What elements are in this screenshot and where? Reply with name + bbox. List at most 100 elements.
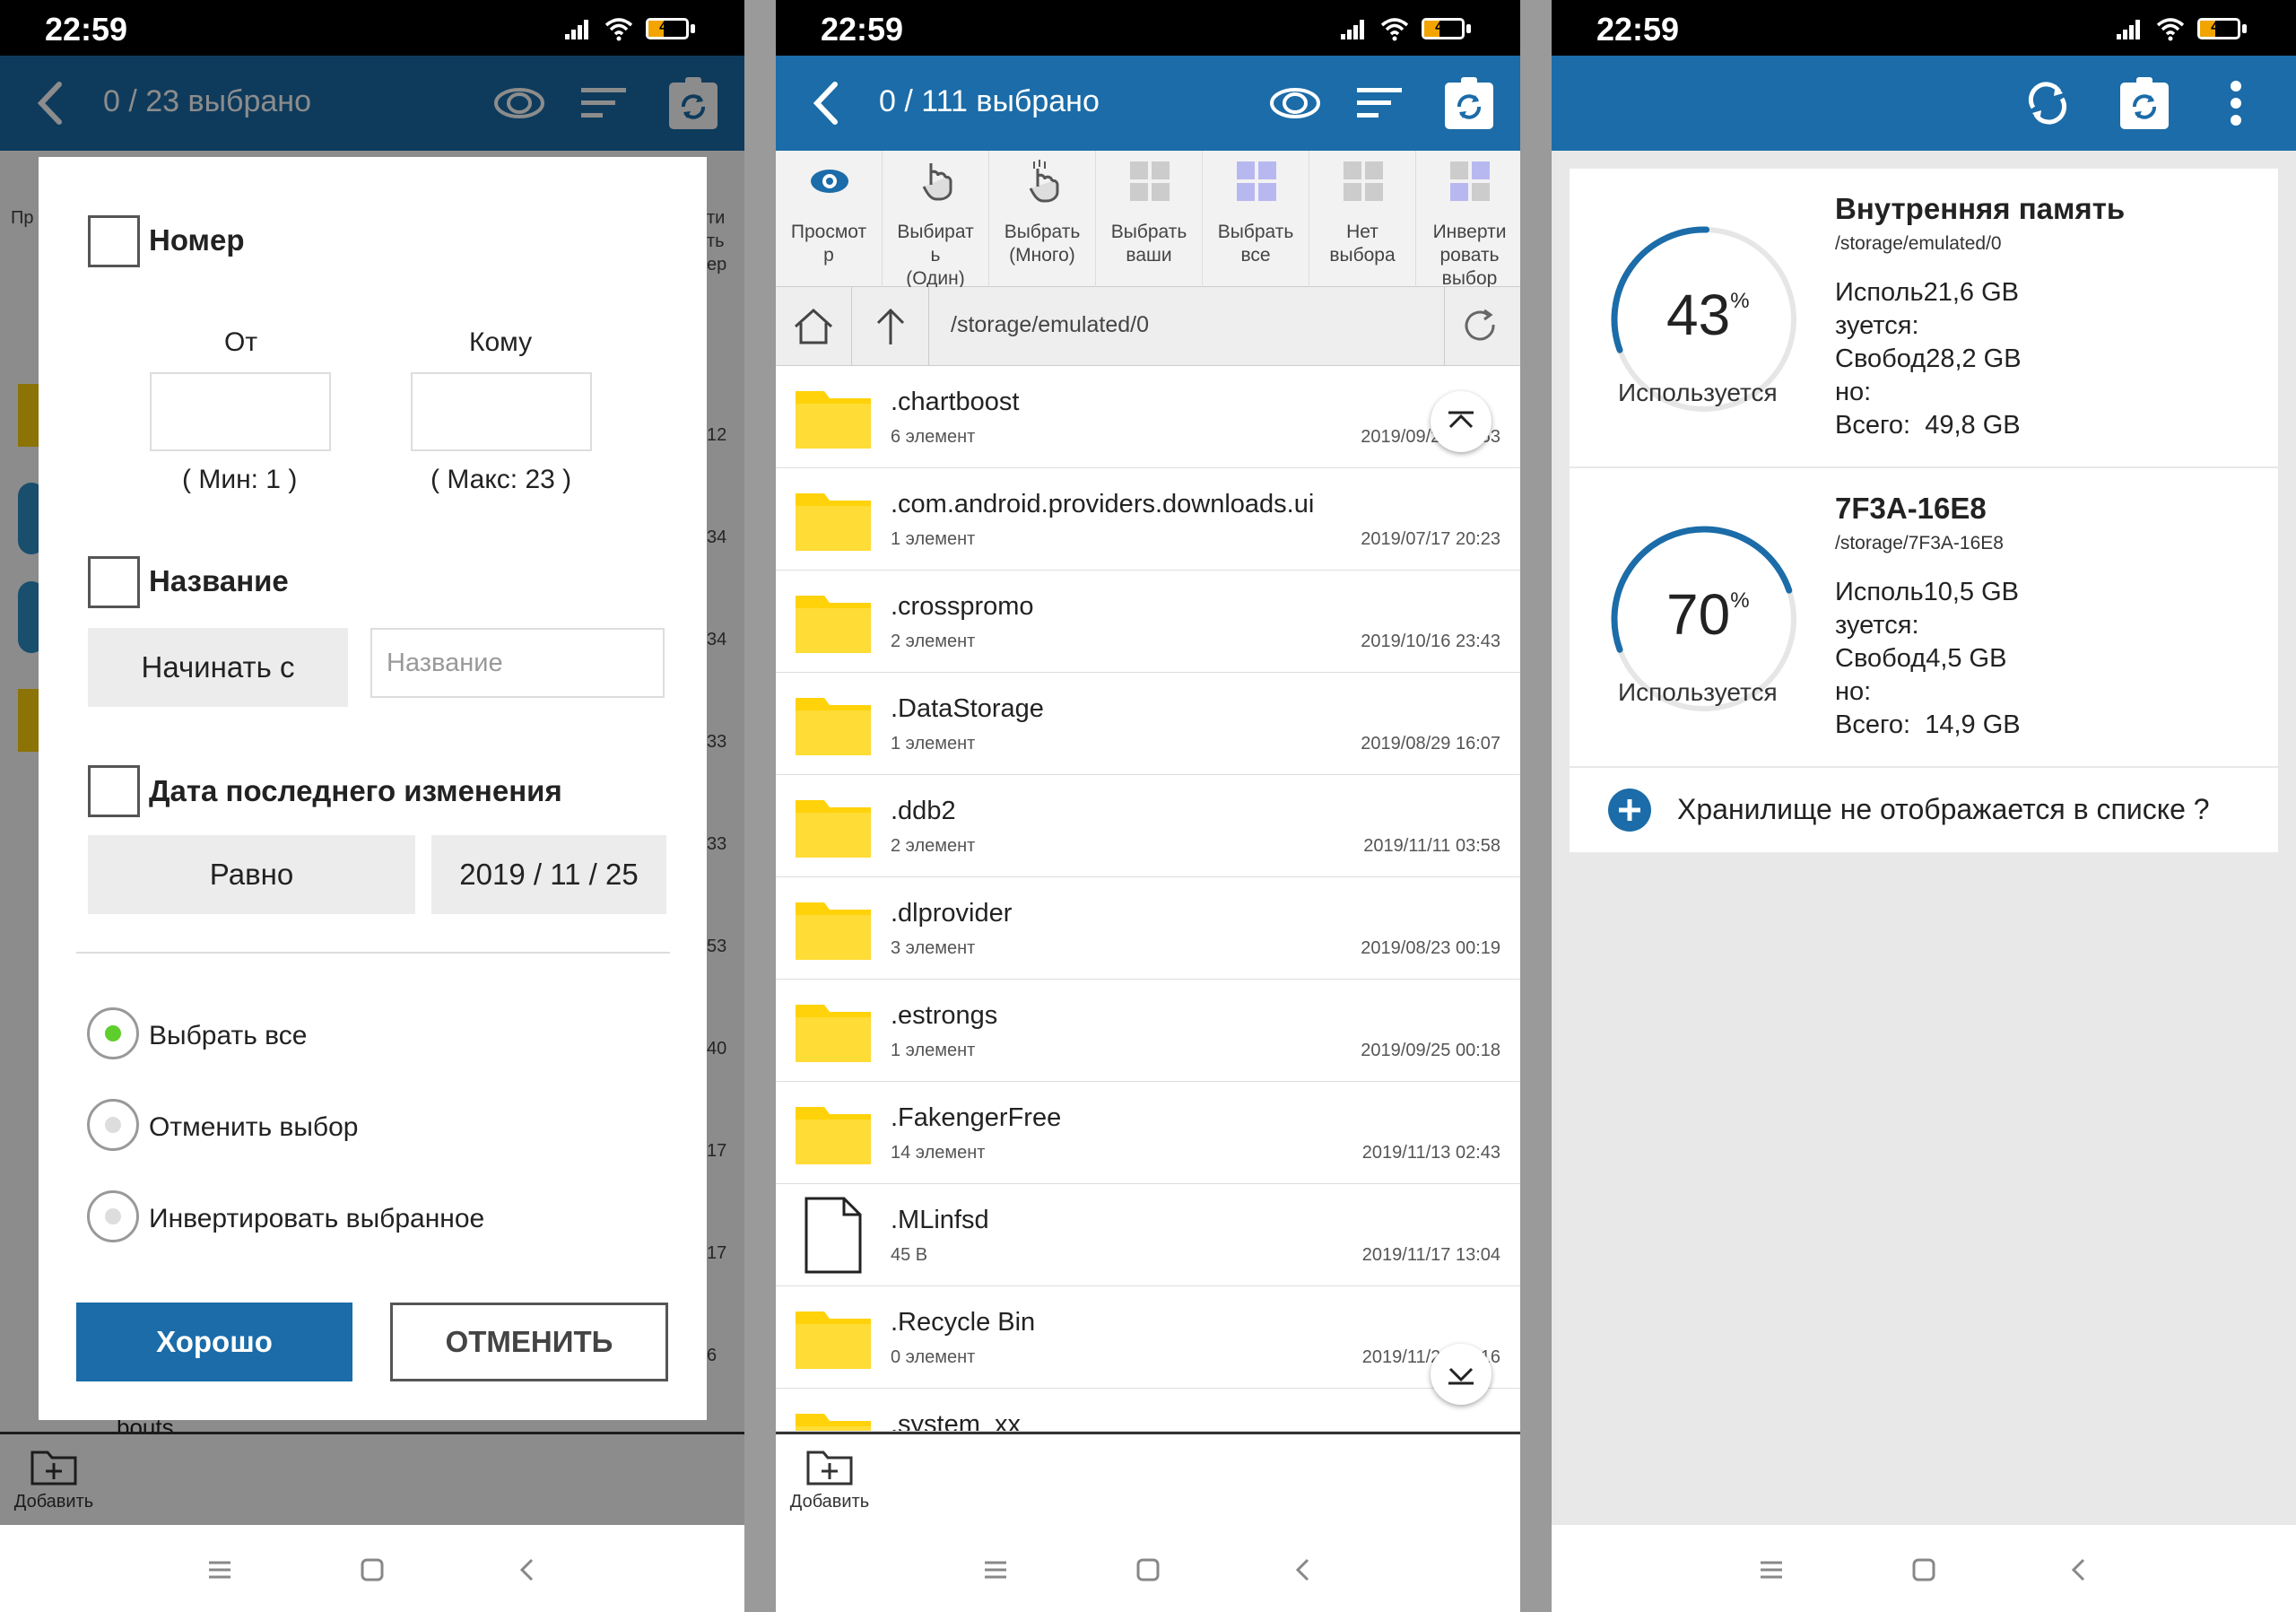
name-checkbox[interactable] — [88, 556, 140, 608]
menu-nav-icon[interactable] — [1753, 1552, 1789, 1588]
home-nav-icon[interactable] — [1906, 1552, 1942, 1588]
toolbar-view[interactable]: Просмот р — [776, 151, 883, 287]
sort-icon[interactable] — [1350, 74, 1409, 133]
file-row[interactable]: .estrongs 1 элемент 2019/09/25 00:18 — [776, 980, 1520, 1082]
home-nav-icon[interactable] — [354, 1552, 390, 1588]
file-row[interactable]: .crosspromo 2 элемент 2019/10/16 23:43 — [776, 571, 1520, 673]
battery-icon: 41 — [2197, 18, 2240, 39]
add-circle-icon — [1608, 789, 1651, 832]
storage-card-sd[interactable]: 70% Используется 7F3A-16E8 /storage/7F3A… — [1570, 468, 2278, 766]
app-bar: 0 / 111 выбрано — [776, 56, 1520, 151]
radio-select-all[interactable] — [87, 1007, 139, 1059]
number-checkbox[interactable] — [88, 215, 140, 267]
date-value-button[interactable]: 2019 / 11 / 25 — [431, 835, 666, 914]
file-row[interactable]: .dlprovider 3 элемент 2019/08/23 00:19 — [776, 877, 1520, 980]
system-nav-bar — [776, 1525, 1520, 1612]
file-row[interactable]: .Recycle Bin 0 элемент 2019/11/23 05:16 — [776, 1286, 1520, 1389]
folder-icon — [796, 698, 871, 755]
file-date: 2019/11/13 02:43 — [1361, 1143, 1500, 1163]
file-row[interactable]: .system_xx — [776, 1389, 1520, 1432]
select-dialog: Номер От Кому ( Мин: 1 ) ( Макс: 23 ) На… — [39, 157, 707, 1420]
more-options-icon[interactable] — [2206, 74, 2266, 133]
home-icon[interactable] — [792, 305, 835, 348]
folder-icon — [796, 1414, 871, 1431]
storage-total: Всего: 14,9 GB — [1835, 710, 2021, 739]
signal-icon — [1341, 18, 1368, 39]
up-arrow-icon[interactable] — [869, 305, 912, 348]
radio-deselect[interactable] — [87, 1099, 139, 1151]
usage-caption: Используется — [1618, 379, 1778, 406]
back-nav-icon[interactable] — [1285, 1552, 1321, 1588]
toolbar-select-yours[interactable]: Выбрать ваши — [1096, 151, 1203, 287]
system-nav-bar — [0, 1525, 744, 1612]
file-meta: 6 элемент — [891, 427, 976, 447]
file-meta: 2 элемент — [891, 632, 976, 651]
storage-card-internal[interactable]: 43% Используется Внутренняя память /stor… — [1570, 169, 2278, 466]
clipboard-sync-icon[interactable] — [2115, 74, 2174, 133]
storage-name: Внутренняя память — [1835, 192, 2126, 225]
menu-nav-icon[interactable] — [978, 1552, 1013, 1588]
date-label: Дата последнего изменения — [149, 774, 562, 807]
file-name: .DataStorage — [891, 694, 1044, 723]
file-row[interactable]: .com.android.providers.downloads.ui 1 эл… — [776, 468, 1520, 571]
status-time: 22:59 — [821, 11, 904, 48]
file-row[interactable]: .chartboost 6 элемент 2019/09/29 19:53 — [776, 366, 1520, 468]
back-nav-icon[interactable] — [2061, 1552, 2097, 1588]
equals-button[interactable]: Равно — [88, 835, 415, 914]
from-input[interactable] — [150, 372, 331, 451]
file-date: 2019/08/23 00:19 — [1361, 938, 1500, 958]
status-time: 22:59 — [1596, 11, 1680, 48]
scroll-top-icon — [1448, 411, 1474, 429]
file-icon — [804, 1197, 862, 1274]
file-date: 2019/11/11 03:58 — [1363, 836, 1500, 856]
storage-used: Исполь21,6 GB зуется: — [1835, 278, 2019, 340]
ok-button[interactable]: Хорошо — [76, 1303, 352, 1381]
home-nav-icon[interactable] — [1130, 1552, 1166, 1588]
file-date: 2019/08/29 16:07 — [1361, 734, 1500, 754]
storage-free: Свобод4,5 GB но: — [1835, 644, 2007, 706]
toolbar-select-none[interactable]: Нет выбора — [1309, 151, 1416, 287]
file-row[interactable]: .DataStorage 1 элемент 2019/08/29 16:07 — [776, 673, 1520, 775]
refresh-icon[interactable] — [1461, 307, 1500, 346]
menu-nav-icon[interactable] — [202, 1552, 238, 1588]
file-meta: 3 элемент — [891, 938, 976, 958]
file-name: .estrongs — [891, 1001, 998, 1030]
missing-storage-label: Хранилище не отображается в списке ? — [1677, 793, 2210, 825]
toolbar-label: Выбрать все — [1217, 222, 1294, 266]
eye-icon[interactable] — [1265, 74, 1325, 133]
toolbar-select-many[interactable]: Выбрать (Много) — [989, 151, 1096, 287]
folder-icon — [796, 493, 871, 551]
cancel-button[interactable]: ОТМЕНИТЬ — [390, 1303, 668, 1381]
system-nav-bar — [1552, 1525, 2296, 1612]
file-row[interactable]: .MLinfsd 45 B 2019/11/17 13:04 — [776, 1184, 1520, 1286]
missing-storage-button[interactable]: Хранилище не отображается в списке ? — [1570, 768, 2278, 852]
name-label: Название — [149, 564, 289, 597]
current-path: /storage/emulated/0 — [951, 312, 1149, 337]
refresh-icon[interactable] — [2018, 74, 2077, 133]
toolbar-label: Нет выбора — [1329, 222, 1396, 266]
file-name: .system_xx — [891, 1410, 1022, 1432]
file-meta: 45 B — [891, 1245, 928, 1265]
starts-with-button[interactable]: Начинать с — [88, 628, 348, 707]
status-bar: 22:59 41 — [776, 0, 1520, 56]
file-row[interactable]: .FakengerFree 14 элемент 2019/11/13 02:4… — [776, 1082, 1520, 1184]
date-checkbox[interactable] — [88, 765, 140, 817]
scroll-top-button[interactable] — [1431, 391, 1492, 452]
scroll-bottom-button[interactable] — [1431, 1344, 1492, 1405]
selection-toolbar: Просмот р Выбират ь (Один) Выбрать (Мног… — [776, 151, 1520, 289]
panel-file-list: 22:59 41 0 / 111 выбрано Просмот р Выбир… — [776, 0, 1520, 1612]
panel-select-dialog: 22:59 41 0 / 23 выбрано Пр ти ть ер 12 3… — [0, 0, 744, 1612]
to-input[interactable] — [411, 372, 592, 451]
radio-invert[interactable] — [87, 1190, 139, 1242]
folder-icon — [796, 800, 871, 858]
toolbar-select-one[interactable]: Выбират ь (Один) — [883, 151, 989, 289]
add-button[interactable]: Добавить — [785, 1445, 874, 1512]
hand-icon — [922, 163, 952, 201]
back-nav-icon[interactable] — [509, 1552, 545, 1588]
toolbar-invert[interactable]: Инверти ровать выбор — [1416, 151, 1520, 289]
toolbar-select-all[interactable]: Выбрать все — [1203, 151, 1309, 287]
name-input[interactable]: Название — [370, 628, 665, 698]
back-arrow-icon[interactable] — [797, 72, 860, 135]
file-row[interactable]: .ddb2 2 элемент 2019/11/11 03:58 — [776, 775, 1520, 877]
clipboard-sync-icon[interactable] — [1439, 74, 1499, 133]
